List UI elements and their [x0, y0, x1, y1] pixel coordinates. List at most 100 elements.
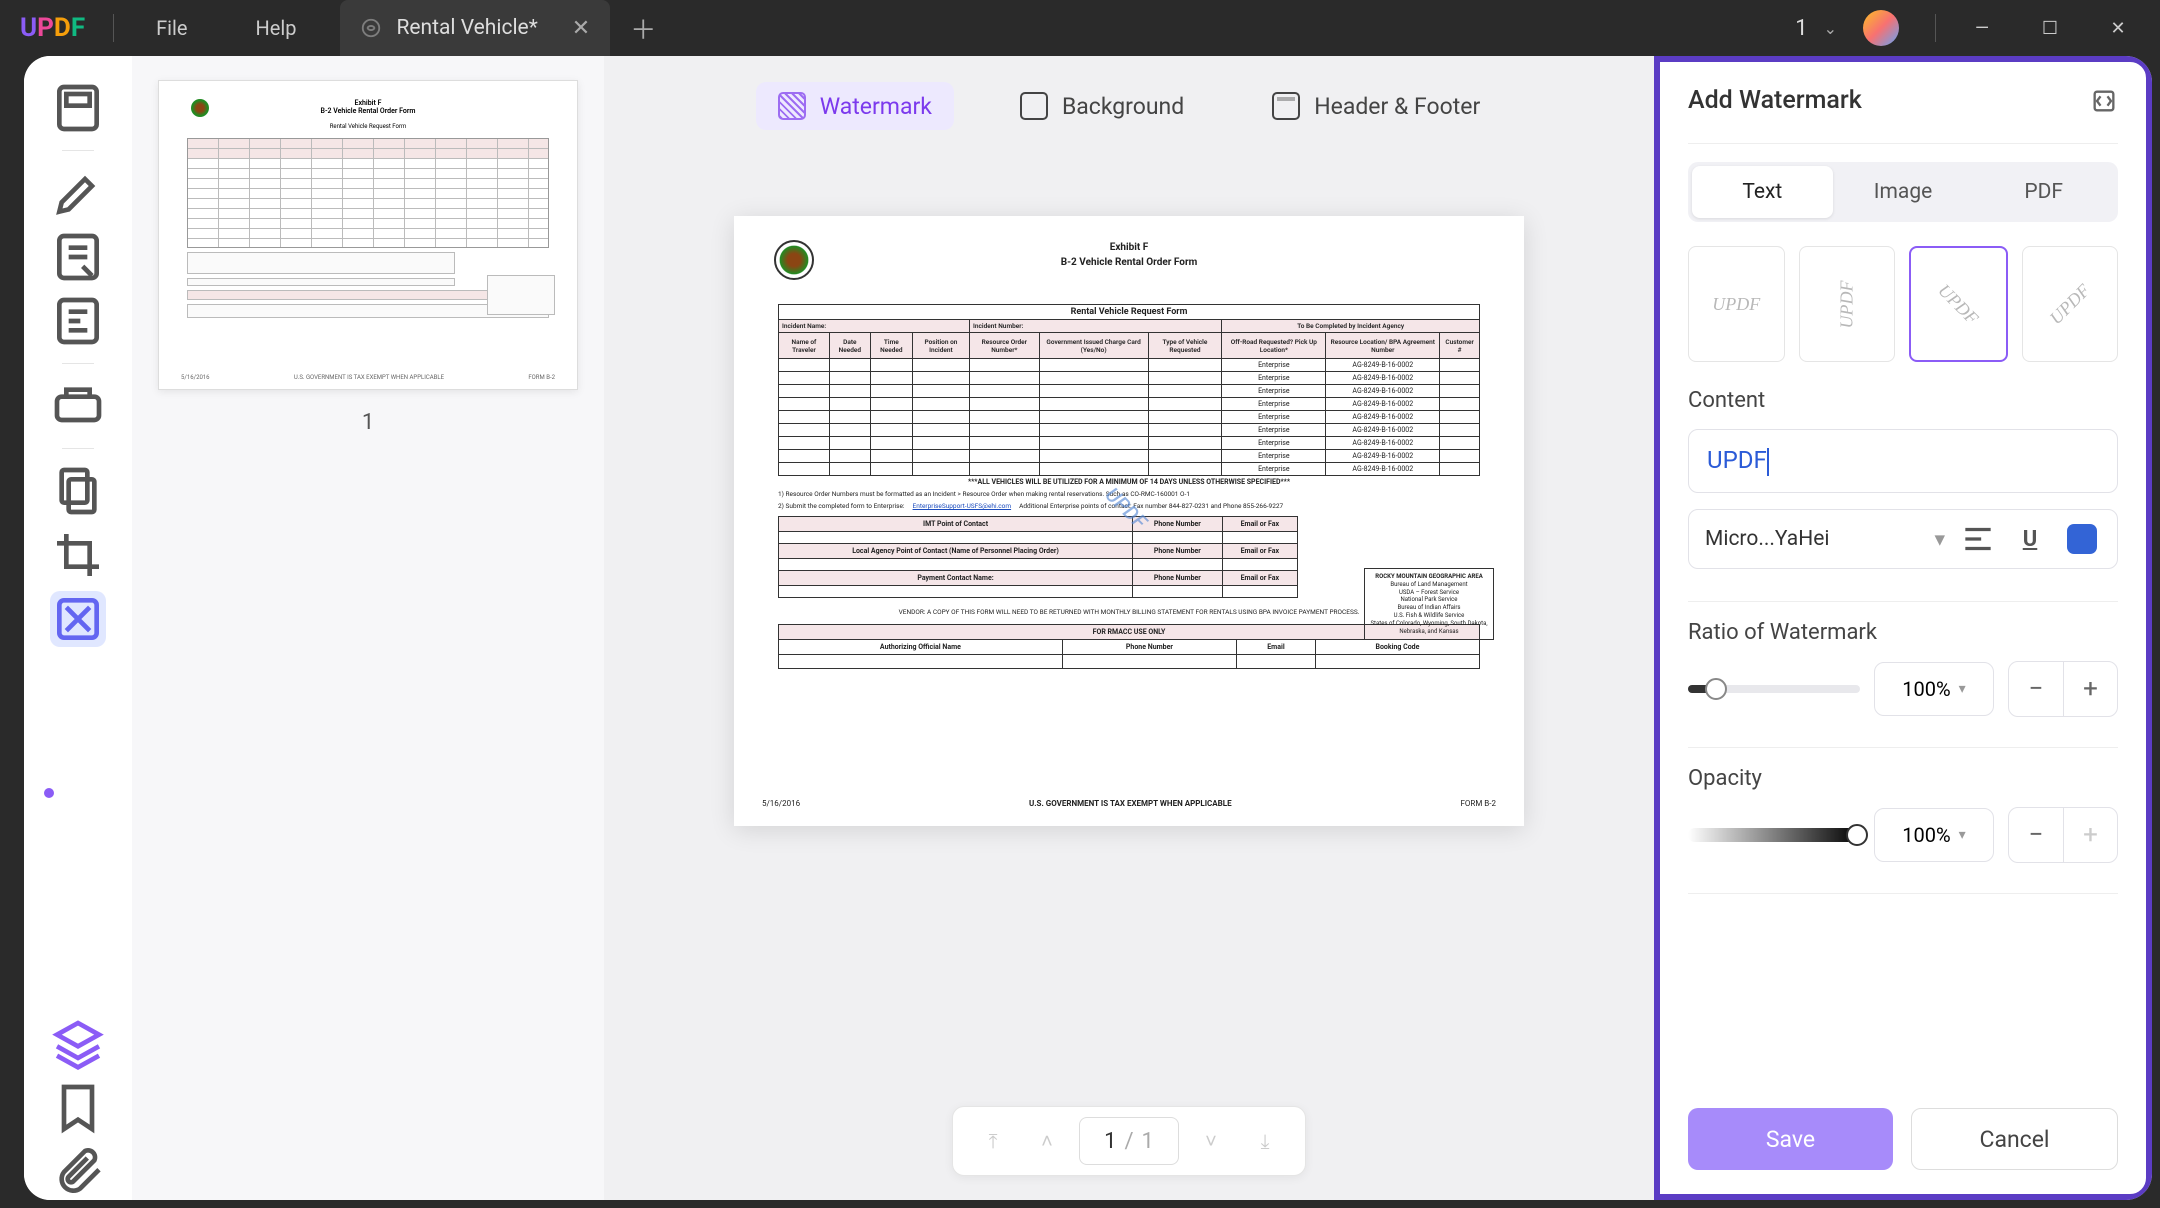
- save-button[interactable]: Save: [1688, 1108, 1893, 1170]
- divider: [1688, 601, 2118, 602]
- divider: [1688, 143, 2118, 144]
- thumb-title: Exhibit FB-2 Vehicle Rental Order Form: [171, 99, 565, 115]
- tool-highlight[interactable]: [50, 165, 106, 221]
- font-select[interactable]: Micro...YaHei▾: [1705, 527, 1945, 552]
- minimize-button[interactable]: ―: [1952, 8, 2012, 48]
- ratio-increase-button[interactable]: +: [2063, 662, 2117, 716]
- prev-page-button[interactable]: ˄: [1025, 1119, 1069, 1163]
- thumb-table: [187, 138, 549, 248]
- opacity-increase-button[interactable]: +: [2063, 808, 2117, 862]
- page-thumbnail[interactable]: Exhibit FB-2 Vehicle Rental Order Form R…: [158, 80, 578, 390]
- page-indicator[interactable]: 1: [1795, 16, 1807, 41]
- chevron-down-icon[interactable]: ⌄: [1824, 19, 1837, 38]
- opacity-label: Opacity: [1688, 766, 2118, 791]
- doc-subtitle: B-2 Vehicle Rental Order Form: [762, 257, 1496, 268]
- ratio-controls: 100%▾ − +: [1688, 661, 2118, 717]
- opacity-controls: 100%▾ − +: [1688, 807, 2118, 863]
- page-tools-tabs: Watermark Background Header & Footer: [756, 56, 1503, 156]
- opacity-decrease-button[interactable]: −: [2009, 808, 2063, 862]
- tool-watermark[interactable]: [50, 591, 106, 647]
- app-logo: UPDF: [0, 13, 105, 43]
- tab-header-footer[interactable]: Header & Footer: [1250, 82, 1502, 130]
- agency-logo-icon: [774, 240, 814, 280]
- ratio-decrease-button[interactable]: −: [2009, 662, 2063, 716]
- tab-label: Watermark: [820, 93, 932, 120]
- page-navigation: ⤒ ˄ 1/1 ˅ ⤓: [952, 1106, 1306, 1176]
- style-horizontal[interactable]: UPDF: [1688, 246, 1785, 362]
- maximize-button[interactable]: ☐: [2020, 8, 2080, 48]
- ratio-value-select[interactable]: 100%▾: [1874, 662, 1994, 716]
- style-diagonal-up[interactable]: UPDF: [1909, 246, 2008, 362]
- style-diagonal-down[interactable]: UPDF: [2022, 246, 2119, 362]
- tool-thumbnails[interactable]: [50, 80, 106, 136]
- panel-title: Add Watermark: [1688, 86, 1862, 115]
- page-number-input[interactable]: 1/1: [1079, 1117, 1179, 1165]
- document-page: Exhibit F B-2 Vehicle Rental Order Form …: [734, 216, 1524, 826]
- style-vertical[interactable]: UPDF: [1799, 246, 1896, 362]
- active-tool-indicator: [44, 788, 54, 798]
- tab-title: Rental Vehicle*: [396, 16, 537, 40]
- tab-watermark[interactable]: Watermark: [756, 82, 954, 130]
- content-input[interactable]: UPDF: [1688, 429, 2118, 493]
- document-icon: [360, 17, 382, 39]
- tool-layers[interactable]: [50, 1016, 106, 1072]
- watermark-panel: Add Watermark Text Image PDF UPDF UPDF U…: [1654, 56, 2152, 1200]
- doc-footer: 5/16/2016U.S. GOVERNMENT IS TAX EXEMPT W…: [762, 799, 1496, 808]
- tool-edit[interactable]: [50, 229, 106, 285]
- vehicles-note: ***ALL VEHICLES WILL BE UTILIZED FOR A M…: [778, 478, 1480, 486]
- tab-add-button[interactable]: ＋: [630, 10, 656, 47]
- thumbnail-page-number: 1: [156, 410, 580, 435]
- watermark-type-tabs: Text Image PDF: [1688, 162, 2118, 222]
- underline-button[interactable]: U: [2011, 520, 2049, 558]
- text-format-row: Micro...YaHei▾ U: [1688, 509, 2118, 569]
- geographic-area-box: ROCKY MOUNTAIN GEOGRAPHIC AREA Bureau of…: [1364, 568, 1494, 640]
- type-tab-text[interactable]: Text: [1692, 166, 1833, 218]
- align-button[interactable]: [1959, 520, 1997, 558]
- tool-bookmark[interactable]: [50, 1080, 106, 1136]
- document-tab[interactable]: Rental Vehicle* ✕: [340, 0, 610, 56]
- opacity-value-select[interactable]: 100%▾: [1874, 808, 1994, 862]
- next-page-button[interactable]: ˅: [1189, 1119, 1233, 1163]
- tool-crop[interactable]: [50, 527, 106, 583]
- menu-help[interactable]: Help: [221, 16, 330, 40]
- main-area: Watermark Background Header & Footer Exh…: [604, 56, 1654, 1200]
- separator: [62, 150, 94, 151]
- user-avatar[interactable]: [1863, 10, 1899, 46]
- watermark-style-options: UPDF UPDF UPDF UPDF: [1688, 246, 2118, 362]
- workspace: Exhibit FB-2 Vehicle Rental Order Form R…: [24, 56, 2152, 1200]
- text-color-button[interactable]: [2063, 520, 2101, 558]
- close-button[interactable]: ✕: [2088, 8, 2148, 48]
- thumb-block: [187, 278, 455, 286]
- opacity-slider[interactable]: [1688, 828, 1860, 842]
- tool-redact[interactable]: [50, 378, 106, 434]
- thumb-sidebox: [487, 275, 555, 315]
- type-tab-image[interactable]: Image: [1833, 166, 1974, 218]
- divider: [1688, 747, 2118, 748]
- last-page-button[interactable]: ⤓: [1243, 1119, 1287, 1163]
- separator: [113, 14, 114, 42]
- tool-organize[interactable]: [50, 463, 106, 519]
- separator: [62, 363, 94, 364]
- watermark-icon: [778, 92, 806, 120]
- background-icon: [1020, 92, 1048, 120]
- expand-panel-icon[interactable]: [2090, 87, 2118, 115]
- contact-table: IMT Point of ContactPhone NumberEmail or…: [778, 516, 1298, 598]
- type-tab-pdf[interactable]: PDF: [1973, 166, 2114, 218]
- menu-file[interactable]: File: [122, 16, 221, 40]
- tab-close-icon[interactable]: ✕: [572, 16, 590, 41]
- tab-background[interactable]: Background: [998, 82, 1206, 130]
- separator: [1935, 14, 1936, 42]
- note-2: 2) Submit the completed form to Enterpri…: [778, 502, 1496, 510]
- doc-logo-icon: [191, 99, 209, 117]
- tool-attachment[interactable]: [50, 1144, 106, 1200]
- ratio-slider[interactable]: [1688, 685, 1860, 693]
- doc-title: Exhibit F: [762, 242, 1496, 253]
- separator: [62, 448, 94, 449]
- thumb-block: [187, 252, 455, 274]
- cancel-button[interactable]: Cancel: [1911, 1108, 2118, 1170]
- header-footer-icon: [1272, 92, 1300, 120]
- first-page-button[interactable]: ⤒: [971, 1119, 1015, 1163]
- tool-form[interactable]: [50, 293, 106, 349]
- panel-footer: Save Cancel: [1688, 1088, 2118, 1170]
- document-viewport[interactable]: Exhibit F B-2 Vehicle Rental Order Form …: [604, 156, 1654, 1200]
